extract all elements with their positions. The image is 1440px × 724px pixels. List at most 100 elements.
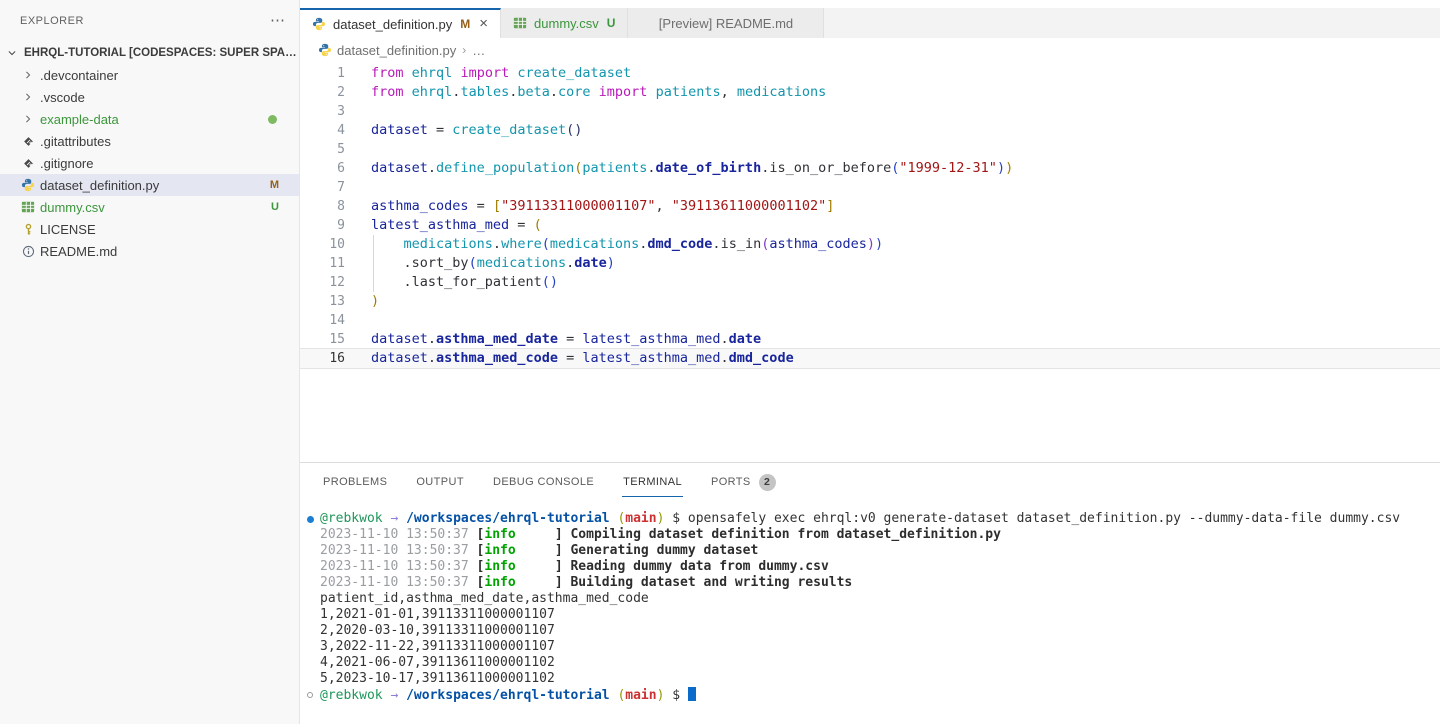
dirty-indicator-badge: U: [607, 16, 616, 30]
explorer-sidebar: EXPLORER ⋯ EHRQL-TUTORIAL [CODESPACES: S…: [0, 0, 300, 724]
git-icon: [20, 133, 36, 149]
terminal[interactable]: @rebkwok → /workspaces/ehrql-tutorial (m…: [300, 511, 1440, 724]
panel-tab-PORTS[interactable]: PORTS 2: [710, 464, 777, 499]
code-line-11: 11 .sort_by(medications.date): [300, 254, 1440, 273]
dirty-indicator-badge: M: [460, 17, 470, 31]
license-icon: [20, 221, 36, 237]
code-line-15: 15dataset.asthma_med_date = latest_asthm…: [300, 330, 1440, 349]
file-label: .devcontainer: [40, 68, 118, 83]
code-line-10: 10 medications.where(medications.dmd_cod…: [300, 235, 1440, 254]
ports-count-badge: 2: [759, 474, 776, 491]
line-number: 8: [300, 197, 345, 216]
file-label: dataset_definition.py: [40, 178, 159, 193]
code-line-7: 7: [300, 178, 1440, 197]
more-actions-icon[interactable]: ⋯: [270, 16, 285, 26]
tab-label: dummy.csv: [534, 16, 599, 31]
terminal-line-11: 5,2023-10-17,39113611000001102: [300, 671, 1440, 687]
code-line-16: 16dataset.asthma_med_code = latest_asthm…: [300, 349, 1440, 368]
tab-[Preview] README.md[interactable]: [Preview] README.md: [628, 8, 824, 38]
line-number: 11: [300, 254, 345, 273]
breadcrumb-file[interactable]: dataset_definition.py: [337, 43, 456, 58]
file-row-.gitattributes[interactable]: .gitattributes: [0, 130, 299, 152]
file-row-README.md[interactable]: README.md: [0, 240, 299, 262]
terminal-line-2: 2023-11-10 13:50:37 [info ] Compiling da…: [300, 527, 1440, 543]
code-text: latest_asthma_med = (: [345, 216, 542, 235]
csv-icon: [513, 16, 528, 31]
chevron-right-icon: [20, 92, 36, 102]
panel-tab-PROBLEMS[interactable]: PROBLEMS: [322, 466, 388, 496]
terminal-line-9: 3,2022-11-22,39113311000001107: [300, 639, 1440, 655]
panel-tab-label: PORTS: [711, 476, 751, 488]
code-line-9: 9latest_asthma_med = (: [300, 216, 1440, 235]
code-line-1: 1from ehrql import create_dataset: [300, 64, 1440, 83]
file-row-dataset_definition.py[interactable]: dataset_definition.py M: [0, 174, 299, 196]
code-line-4: 4dataset = create_dataset(): [300, 121, 1440, 140]
code-text: asthma_codes = ["39113311000001107", "39…: [345, 197, 834, 216]
file-label: .gitignore: [40, 156, 93, 171]
code-text: from ehrql import create_dataset: [345, 64, 631, 83]
chevron-down-icon: [4, 48, 20, 58]
folder-row-.devcontainer[interactable]: .devcontainer: [0, 64, 299, 86]
file-label: dummy.csv: [40, 200, 105, 215]
code-text: from ehrql.tables.beta.core import patie…: [345, 83, 826, 102]
line-number: 1: [300, 64, 345, 83]
folder-row-.vscode[interactable]: .vscode: [0, 86, 299, 108]
info-icon: [20, 243, 36, 259]
workspace-root-label: EHRQL-TUTORIAL [CODESPACES: SUPER SPACE …: [24, 47, 299, 59]
file-row-dummy.csv[interactable]: dummy.csv U: [0, 196, 299, 218]
file-row-.gitignore[interactable]: .gitignore: [0, 152, 299, 174]
line-number: 6: [300, 159, 345, 178]
code-line-3: 3: [300, 102, 1440, 121]
terminal-line-1: @rebkwok → /workspaces/ehrql-tutorial (m…: [300, 511, 1440, 527]
panel-tab-label: DEBUG CONSOLE: [493, 476, 594, 488]
breadcrumb-separator-icon: ›: [462, 43, 466, 57]
editor-tab-bar: dataset_definition.pyM×dummy.csvU[Previe…: [300, 0, 1440, 38]
git-icon: [20, 155, 36, 171]
terminal-line-3: 2023-11-10 13:50:37 [info ] Generating d…: [300, 543, 1440, 559]
tab-label: [Preview] README.md: [659, 16, 793, 31]
file-label: README.md: [40, 244, 117, 259]
python-icon: [20, 177, 36, 193]
chevron-right-icon: [20, 70, 36, 80]
workspace-root-row[interactable]: EHRQL-TUTORIAL [CODESPACES: SUPER SPACE …: [0, 42, 299, 64]
line-number: 9: [300, 216, 345, 235]
tab-dummy.csv[interactable]: dummy.csv U: [501, 8, 628, 38]
git-status-badge: M: [270, 179, 279, 191]
breadcrumb-ellipsis[interactable]: …: [472, 43, 485, 58]
code-line-5: 5: [300, 140, 1440, 159]
line-number: 10: [300, 235, 345, 254]
terminal-cursor: [688, 687, 696, 701]
chevron-right-icon: [20, 114, 36, 124]
python-icon: [318, 43, 332, 57]
close-icon[interactable]: ×: [479, 18, 488, 30]
folder-row-example-data[interactable]: example-data: [0, 108, 299, 130]
line-number: 13: [300, 292, 345, 311]
line-number: 16: [300, 349, 345, 368]
git-status-badge: U: [271, 201, 279, 213]
code-text: ): [345, 292, 379, 311]
tab-dataset_definition.py[interactable]: dataset_definition.pyM×: [300, 8, 501, 38]
panel-tab-DEBUG CONSOLE[interactable]: DEBUG CONSOLE: [492, 466, 595, 496]
file-tree: .devcontainer .vscode example-data .gitattr…: [0, 64, 299, 262]
code-line-14: 14: [300, 311, 1440, 330]
code-text: [345, 140, 371, 159]
code-editor[interactable]: 1from ehrql import create_dataset2from e…: [300, 62, 1440, 462]
editor-area: dataset_definition.py M × dummy.csv U [Previe…: [300, 0, 1440, 724]
line-number: 7: [300, 178, 345, 197]
panel-tab-TERMINAL[interactable]: TERMINAL: [622, 466, 683, 497]
panel-tab-label: TERMINAL: [623, 476, 682, 488]
breadcrumb[interactable]: dataset_definition.py › …: [300, 38, 1440, 62]
code-line-13: 13): [300, 292, 1440, 311]
terminal-line-5: 2023-11-10 13:50:37 [info ] Building dat…: [300, 575, 1440, 591]
file-row-LICENSE[interactable]: LICENSE: [0, 218, 299, 240]
panel-tab-OUTPUT[interactable]: OUTPUT: [415, 466, 465, 496]
line-number: 4: [300, 121, 345, 140]
line-number: 12: [300, 273, 345, 292]
panel-tab-label: PROBLEMS: [323, 476, 387, 488]
code-text: dataset.asthma_med_date = latest_asthma_…: [345, 330, 761, 349]
code-line-6: 6dataset.define_population(patients.date…: [300, 159, 1440, 178]
code-text: .last_for_patient(): [345, 273, 558, 292]
code-text: dataset.define_population(patients.date_…: [345, 159, 1013, 178]
bottom-panel: PROBLEMS OUTPUT DEBUG CONSOLE TERMINAL PORTS…: [300, 462, 1440, 724]
file-label: example-data: [40, 112, 119, 127]
